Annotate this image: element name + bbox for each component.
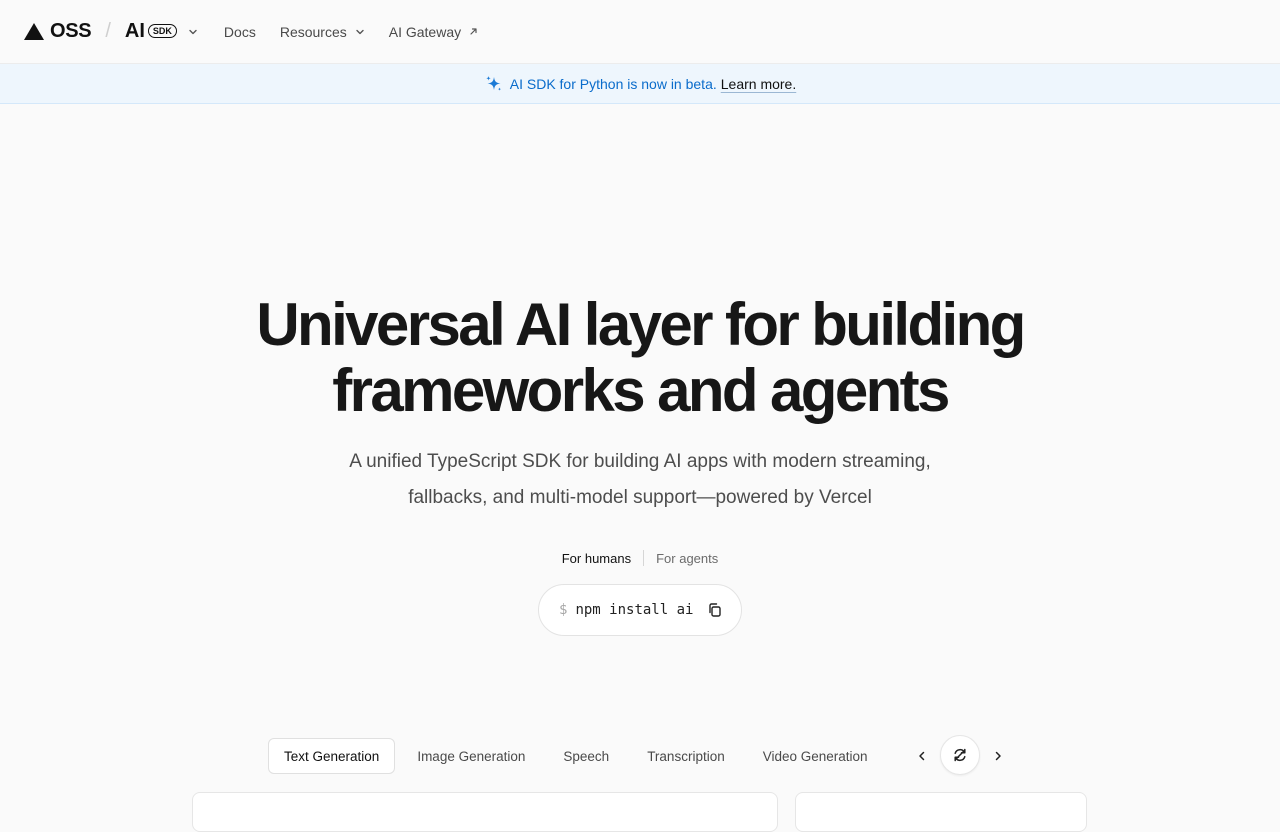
toggle-for-humans[interactable]: For humans	[550, 551, 643, 566]
install-command: npm install ai	[575, 602, 694, 618]
chevron-right-icon[interactable]	[988, 738, 1008, 774]
product-badge: SDK	[147, 23, 177, 38]
main-nav-links: Docs Resources AI Gateway	[224, 24, 478, 40]
hero-title-line: Universal AI layer for building	[256, 291, 1026, 358]
toggle-for-agents[interactable]: For agents	[644, 551, 730, 566]
audience-toggle: For humans For agents	[0, 550, 1280, 566]
refresh-cycle-icon[interactable]	[940, 735, 980, 775]
oss-logo-link[interactable]: OSS	[24, 20, 92, 43]
shell-prompt: $	[559, 602, 568, 618]
nav-link-label: Docs	[223, 23, 256, 40]
nav-link-ai-gateway[interactable]: AI Gateway	[389, 24, 478, 40]
banner-message: AI SDK for Python is now in beta.	[509, 75, 717, 92]
nav-link-resources[interactable]: Resources	[280, 24, 365, 40]
product-switcher[interactable]: AI SDK	[125, 20, 198, 43]
product-name: AI	[124, 20, 145, 42]
learn-more-link[interactable]: Learn more.	[721, 76, 796, 92]
tab-image-generation[interactable]: Image Generation	[401, 738, 541, 774]
announcement-banner: AI SDK for Python is now in beta. Learn …	[0, 64, 1280, 104]
tab-transcription[interactable]: Transcription	[631, 738, 741, 774]
nav-link-label: Resources	[279, 23, 347, 40]
chevron-down-icon	[355, 27, 365, 37]
hero-subtitle: A unified TypeScript SDK for building AI…	[0, 444, 1280, 516]
tab-speech[interactable]: Speech	[547, 738, 625, 774]
demo-code-panel	[192, 792, 778, 832]
top-navigation: OSS / AI SDK Docs Resources AI Gateway	[0, 0, 1280, 64]
install-command-box: $ npm install ai	[538, 584, 742, 636]
nav-link-docs[interactable]: Docs	[224, 24, 256, 40]
feature-tabs: Text Generation Image Generation Speech …	[268, 738, 890, 774]
chevron-down-icon	[188, 27, 198, 37]
hero-title: Universal AI layer for building framewor…	[0, 292, 1280, 424]
nav-link-label: AI Gateway	[388, 23, 462, 40]
sparkle-icon	[484, 74, 504, 94]
tab-video-generation[interactable]: Video Generation	[747, 738, 884, 774]
demo-output-panel	[795, 792, 1087, 832]
hero-title-line: frameworks and agents	[332, 357, 950, 424]
vercel-triangle-icon	[24, 23, 44, 40]
hero-subtitle-line: fallbacks, and multi-model support—power…	[408, 487, 872, 508]
tab-text-generation[interactable]: Text Generation	[268, 738, 396, 774]
hero-subtitle-line: A unified TypeScript SDK for building AI…	[349, 451, 931, 472]
brand-text: OSS	[50, 20, 92, 42]
breadcrumb-separator: /	[105, 20, 111, 42]
arrow-up-right-icon	[469, 27, 478, 36]
copy-icon[interactable]	[707, 602, 723, 618]
chevron-left-icon[interactable]	[912, 738, 932, 774]
